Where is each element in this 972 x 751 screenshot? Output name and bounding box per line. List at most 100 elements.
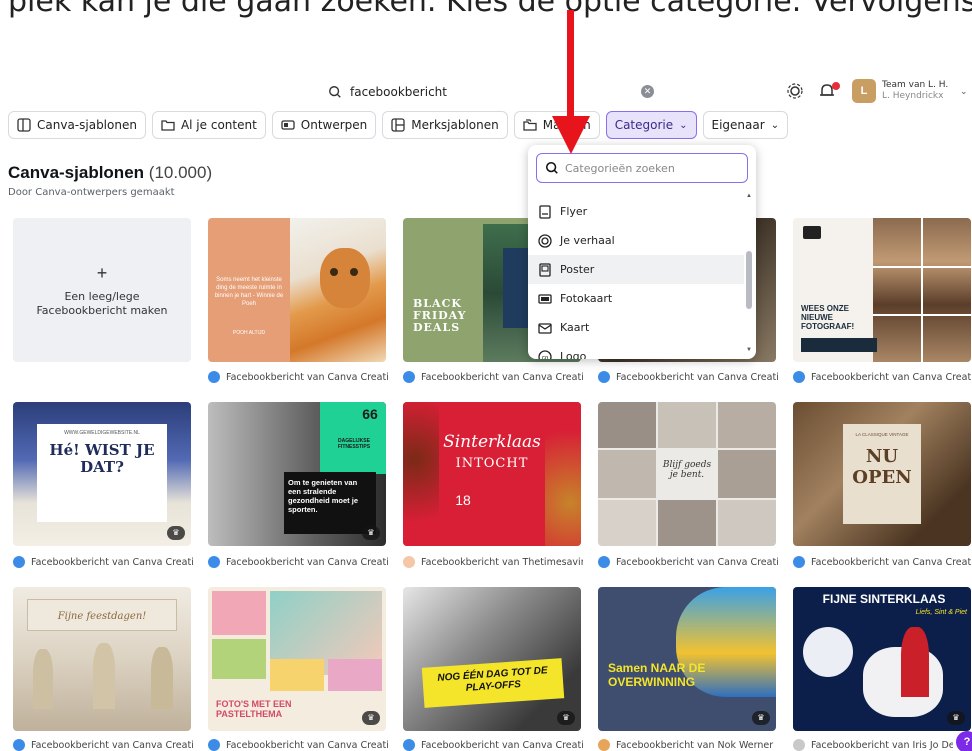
- template-caption[interactable]: Facebookbericht van Canva Creativ...: [13, 738, 193, 751]
- category-item-logo[interactable]: co Logo: [528, 342, 744, 359]
- template-text: NU OPEN: [852, 446, 912, 488]
- photo-card-icon: [538, 293, 552, 304]
- template-text: Samen NAAR DE OVERWINNING: [608, 661, 706, 689]
- category-dropdown: Categorieën zoeken Flyer Je verhaal Post…: [528, 145, 756, 359]
- quote-icon: 66: [362, 406, 378, 422]
- search-icon: [329, 86, 341, 98]
- template-card[interactable]: WWW.GEWELDIGEWEBSITE.NL Hé! WIST JE DAT?…: [13, 402, 191, 546]
- svg-text:co: co: [542, 355, 549, 359]
- template-card[interactable]: Soms neemt het kleinste ding de meeste r…: [208, 218, 386, 362]
- canva-logo-icon: [208, 739, 220, 751]
- canva-logo-icon: [403, 739, 415, 751]
- category-search-input[interactable]: Categorieën zoeken: [536, 153, 748, 183]
- search-input[interactable]: facebookbericht: [350, 85, 447, 99]
- template-caption[interactable]: Facebookbericht van Canva Creativ...: [208, 555, 388, 569]
- creator-avatar-icon: [598, 739, 610, 751]
- canva-logo-icon: [13, 556, 25, 568]
- template-card[interactable]: FIJNE SINTERKLAAS Liefs, Sint & Piet ♛: [793, 587, 971, 731]
- logo-icon: co: [538, 349, 552, 359]
- poster-icon: [539, 262, 551, 277]
- card-icon: [538, 322, 552, 334]
- template-caption[interactable]: Facebookbericht van Canva Creativ...: [403, 738, 583, 751]
- template-caption[interactable]: Facebookbericht van Canva Creativ...: [793, 370, 972, 384]
- template-card[interactable]: Fijne feestdagen!: [13, 587, 191, 731]
- canva-logo-icon: [208, 556, 220, 568]
- page-subtitle: Door Canva-ontwerpers gemaakt: [8, 187, 175, 198]
- category-item-poster[interactable]: Poster: [528, 255, 744, 284]
- template-card[interactable]: Blijf goeds je bent.: [598, 402, 776, 546]
- template-caption[interactable]: Facebookbericht van Thetimesaving...: [403, 555, 583, 569]
- brand-icon: [391, 118, 405, 132]
- category-item-fotokaart[interactable]: Fotokaart: [528, 284, 744, 313]
- template-card[interactable]: Samen NAAR DE OVERWINNING ♛: [598, 587, 776, 731]
- category-search-placeholder: Categorieën zoeken: [565, 161, 675, 175]
- scroll-down-icon[interactable]: ▼: [746, 347, 752, 353]
- help-button[interactable]: ?: [956, 731, 972, 751]
- scrollbar-thumb[interactable]: [746, 251, 752, 309]
- template-card[interactable]: FOTO'S MET EEN PASTELTHEMA ♛: [208, 587, 386, 731]
- category-item-flyer[interactable]: Flyer: [528, 197, 744, 226]
- clear-icon[interactable]: ✕: [641, 85, 654, 98]
- canva-logo-icon: [793, 371, 805, 383]
- search-bar[interactable]: facebookbericht ✕: [318, 80, 660, 104]
- chip-eigenaar[interactable]: Eigenaar ⌄: [702, 111, 789, 139]
- pro-badge-icon: ♛: [362, 711, 380, 725]
- canva-logo-icon: [208, 371, 220, 383]
- template-small-text: WWW.GEWELDIGEWEBSITE.NL: [64, 430, 140, 436]
- chevron-down-icon[interactable]: ⌄: [960, 86, 968, 97]
- template-caption[interactable]: Facebookbericht van Canva Creativ...: [793, 555, 972, 569]
- chip-ontwerpen[interactable]: Ontwerpen: [271, 111, 377, 139]
- category-item-kaart[interactable]: Kaart: [528, 313, 744, 342]
- creator-avatar-icon: [403, 556, 415, 568]
- page-title: Canva-sjablonen (10.000): [8, 163, 213, 182]
- template-text: Fijne feestdagen!: [57, 611, 147, 622]
- scroll-up-icon[interactable]: ▲: [746, 193, 752, 199]
- template-caption[interactable]: Facebookbericht van Canva Creativ...: [208, 738, 388, 751]
- chip-merksjablonen[interactable]: Merksjablonen: [382, 111, 508, 139]
- template-card[interactable]: 66 DAGELIJKSE FITNESSTIPS Om te genieten…: [208, 402, 386, 546]
- template-caption[interactable]: Facebookbericht van Canva Creativ...: [403, 370, 583, 384]
- template-text: WEES ONZE NIEUWE FOTOGRAAF!: [801, 304, 855, 331]
- account-info[interactable]: Team van L. H. L. Heyndrickx: [882, 80, 948, 102]
- folder-icon: [161, 120, 175, 131]
- flyer-icon: [539, 204, 551, 219]
- chevron-down-icon: ⌄: [770, 119, 780, 131]
- template-text: FIJNE SINTERKLAAS: [822, 592, 946, 606]
- template-caption[interactable]: Facebookbericht van Canva Creativ...: [598, 370, 778, 384]
- template-caption[interactable]: Facebookbericht van Canva Creativ...: [13, 555, 193, 569]
- chip-al-je-content[interactable]: Al je content: [151, 111, 266, 139]
- chip-label: Categorie: [614, 118, 674, 132]
- template-caption[interactable]: Facebookbericht van Iris Jo Desc...: [793, 738, 953, 751]
- template-text: Om te genieten van een stralende gezondh…: [288, 478, 359, 514]
- chip-label: Al je content: [180, 118, 257, 132]
- template-text: Soms neemt het kleinste ding de meeste r…: [214, 277, 284, 307]
- template-caption[interactable]: Facebookbericht van Canva Creativ...: [208, 370, 388, 384]
- dropdown-scrollbar[interactable]: ▲ ▼: [746, 193, 752, 353]
- chip-label: Eigenaar: [711, 118, 765, 132]
- create-blank-card[interactable]: + Een leeg/lege Facebookbericht maken: [13, 218, 191, 362]
- chip-label: Merksjablonen: [411, 118, 499, 132]
- pro-badge-icon: ♛: [167, 526, 185, 540]
- template-card[interactable]: NOG ÉÉN DAG TOT DE PLAY-OFFS ♛: [403, 587, 581, 731]
- team-name: Team van L. H.: [882, 80, 949, 90]
- template-card[interactable]: LA CLASSIQUE VINTAGE NU OPEN: [793, 402, 971, 546]
- template-subtext: Liefs, Sint & Piet: [915, 609, 967, 616]
- chip-categorie[interactable]: Categorie ⌄: [605, 111, 697, 139]
- chip-canva-sjablonen[interactable]: Canva-sjablonen: [8, 111, 146, 139]
- template-caption[interactable]: Facebookbericht van Canva Creativ...: [598, 555, 778, 569]
- folders-icon: [523, 119, 537, 131]
- template-card[interactable]: WEES ONZE NIEUWE FOTOGRAAF!: [793, 218, 971, 362]
- annotation-arrow-head: [552, 116, 590, 154]
- template-small-text: LA CLASSIQUE VINTAGE: [855, 432, 909, 437]
- category-item-je-verhaal[interactable]: Je verhaal: [528, 226, 744, 255]
- search-icon: [545, 161, 558, 174]
- pro-badge-icon: ♛: [362, 526, 380, 540]
- template-card[interactable]: Sinterklaas INTOCHT 18: [403, 402, 581, 546]
- category-list: Flyer Je verhaal Poster Fotokaart Kaart …: [528, 197, 744, 359]
- result-count: (10.000): [148, 163, 213, 182]
- gear-icon[interactable]: [786, 82, 804, 100]
- template-caption[interactable]: Facebookbericht van Nok Werner: [598, 738, 778, 751]
- chip-label: Canva-sjablonen: [37, 118, 137, 132]
- avatar[interactable]: L: [852, 79, 876, 103]
- template-text: BLACK FRIDAY DEALS: [413, 297, 467, 334]
